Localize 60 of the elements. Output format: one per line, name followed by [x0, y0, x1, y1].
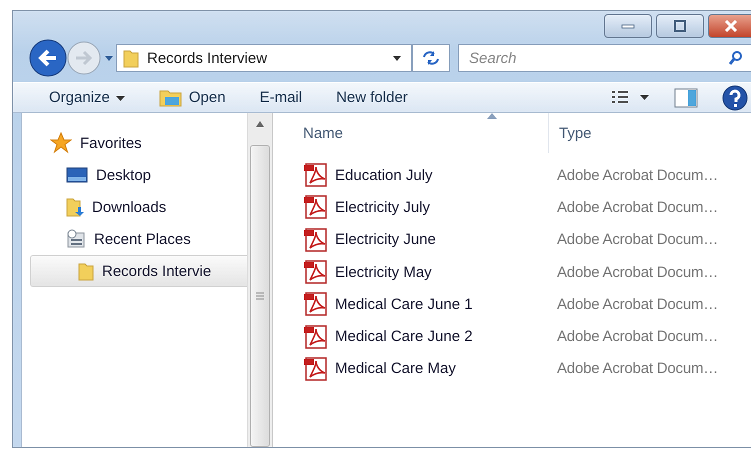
file-name[interactable]: Electricity June [335, 231, 436, 248]
folder-icon [158, 88, 183, 107]
file-name[interactable]: Electricity May [335, 264, 432, 281]
file-type: Adobe Acrobat Docum… [557, 198, 718, 216]
sidebar-item[interactable]: Records Intervie [30, 255, 247, 287]
folder-icon [66, 197, 84, 217]
column-header[interactable]: Type [559, 125, 592, 142]
address-bar[interactable]: Records Interview [116, 44, 412, 72]
scroll-up-arrow-icon[interactable] [256, 121, 264, 127]
back-button[interactable] [28, 38, 68, 78]
caret-icon [116, 94, 125, 101]
maximize-button[interactable] [656, 14, 704, 38]
toolbar-button[interactable]: Open [150, 84, 234, 111]
file-type: Adobe Acrobat Docum… [557, 264, 718, 281]
sidebar-item[interactable]: Recent Places [22, 223, 247, 255]
refresh-button[interactable] [412, 44, 450, 72]
folder-icon [123, 48, 139, 68]
search-icon[interactable] [728, 50, 744, 66]
refresh-icon [422, 50, 440, 66]
view-options-button[interactable] [610, 90, 650, 106]
recent-places-icon [66, 229, 86, 249]
file-name[interactable]: Medical Care May [335, 360, 456, 378]
pdf-file-icon [303, 228, 329, 252]
monitor-icon [66, 167, 88, 183]
file-type: Adobe Acrobat Docum… [557, 296, 718, 313]
dropdown-arrow-icon[interactable] [393, 55, 401, 62]
file-name[interactable]: Electricity July [335, 198, 430, 216]
close-icon [724, 20, 738, 32]
pdf-file-icon [303, 260, 329, 284]
pdf-file-icon [303, 195, 329, 220]
favorites-header[interactable]: Favorites [80, 134, 142, 152]
file-name[interactable]: Medical Care June 1 [335, 296, 473, 313]
pdf-file-icon [303, 163, 329, 188]
help-icon[interactable] [722, 84, 748, 111]
file-name[interactable]: Medical Care June 2 [335, 328, 473, 346]
sort-arrow-icon [487, 113, 497, 119]
pdf-file-icon [303, 356, 329, 381]
pdf-file-icon [303, 324, 329, 349]
grip-icon [256, 292, 264, 300]
search-field[interactable]: Search [458, 44, 751, 72]
close-button[interactable] [708, 14, 751, 38]
file-type: Adobe Acrobat Docum… [557, 231, 718, 248]
scrollbar[interactable] [247, 113, 273, 447]
sidebar-item[interactable]: Downloads [22, 191, 247, 223]
minimize-icon [621, 23, 635, 30]
file-type: Adobe Acrobat Docum… [557, 166, 718, 184]
sidebar-item[interactable]: Desktop [22, 159, 247, 191]
minimize-button[interactable] [604, 14, 652, 38]
toolbar-button[interactable]: Organize [41, 85, 133, 110]
file-type: Adobe Acrobat Docum… [557, 328, 718, 346]
file-type: Adobe Acrobat Docum… [557, 360, 718, 378]
file-name[interactable]: Education July [335, 166, 433, 184]
toolbar-button[interactable]: E-mail [252, 85, 310, 110]
column-header[interactable]: Name [303, 125, 548, 142]
folder-icon [78, 261, 94, 281]
pdf-file-icon [303, 292, 329, 316]
star-icon [50, 132, 72, 154]
preview-pane-icon[interactable] [674, 88, 698, 108]
maximize-icon [673, 20, 687, 32]
toolbar-button[interactable]: New folder [328, 85, 416, 110]
